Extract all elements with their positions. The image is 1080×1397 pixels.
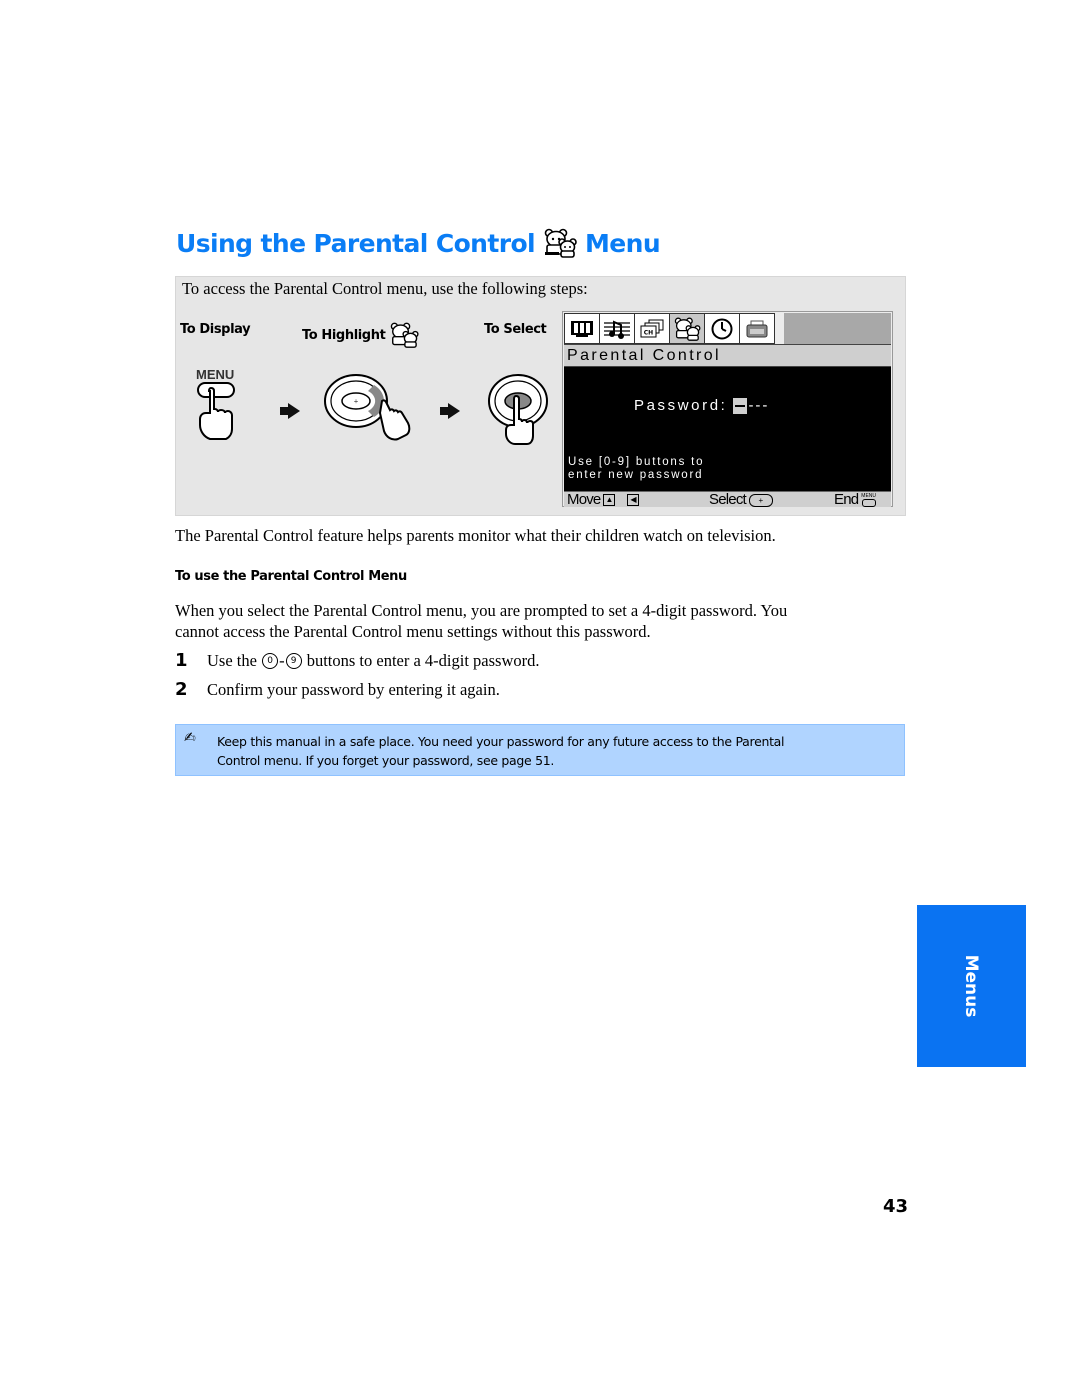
footer-end-label: End: [834, 491, 859, 508]
intro-paragraph: The Parental Control feature helps paren…: [175, 526, 776, 545]
password-label: Password:: [634, 397, 728, 414]
menu-button-icon: MENU: [861, 493, 876, 507]
section-subheading: To use the Parental Control Menu: [175, 569, 407, 584]
footer-select-label: Select: [709, 491, 747, 508]
note-pencil-icon: ✍: [184, 730, 196, 746]
parental-control-bears-icon: [544, 228, 577, 258]
parental-control-bears-icon: [391, 322, 419, 348]
tv-menu-title: Parental Control: [564, 344, 891, 367]
step-number: 1: [175, 650, 188, 671]
password-cursor[interactable]: [733, 397, 748, 414]
section-tab-menus[interactable]: Menus: [917, 905, 1026, 1067]
footer-move: Move ▲ ◀: [567, 491, 640, 508]
step-label-highlight-text: To Highlight: [302, 327, 386, 343]
step-dash: -: [279, 650, 285, 670]
tv-menu-body: Password: --- Use [0-9] buttons to enter…: [564, 367, 891, 491]
step-label-select: To Select: [484, 322, 547, 337]
timer-icon[interactable]: [704, 313, 740, 344]
video-icon[interactable]: [564, 313, 600, 344]
arrow-right-icon: [280, 403, 300, 419]
tv-menu-footer: Move ▲ ◀ Select + End MENU: [564, 491, 891, 508]
password-hint-line2: enter new password: [568, 469, 704, 481]
joystick-button-icon: +: [748, 493, 773, 507]
channel-icon[interactable]: CH: [634, 313, 670, 344]
step-2: 2 Confirm your password by entering it a…: [175, 679, 500, 700]
note-line2: Control menu. If you forget your passwor…: [217, 753, 555, 768]
description-paragraph: When you select the Parental Control men…: [175, 600, 787, 642]
step-label-highlight: To Highlight: [302, 322, 419, 348]
joystick-select-icon: [488, 374, 548, 445]
step-text-post: buttons to enter a 4-digit password.: [306, 650, 540, 670]
password-prompt: Password: ---: [634, 397, 769, 414]
footer-select: Select +: [709, 492, 773, 508]
hand-pressing-menu-icon: [197, 382, 235, 440]
password-hint: Use [0-9] buttons to enter new password: [568, 456, 704, 482]
step-text-pre: Use the: [207, 650, 257, 670]
password-hint-line1: Use [0-9] buttons to: [568, 456, 705, 468]
note-line1: Keep this manual in a safe place. You ne…: [217, 734, 785, 749]
note-text: Keep this manual in a safe place. You ne…: [217, 732, 897, 770]
footer-move-label: Move: [567, 491, 601, 508]
step-1: 1 Use the 0 - 9 buttons to enter a 4-dig…: [175, 650, 540, 671]
menu-button-label: MENU: [196, 367, 235, 382]
parental-control-icon[interactable]: [669, 313, 705, 344]
title-text-start: Using the Parental Control: [176, 228, 536, 258]
footer-end: End MENU: [834, 492, 876, 508]
note-box: ✍ Keep this manual in a safe place. You …: [175, 724, 905, 776]
section-tab-label: Menus: [961, 954, 981, 1018]
panel-intro: To access the Parental Control menu, use…: [182, 279, 588, 298]
page-title: Using the Parental Control Menu: [176, 228, 661, 258]
arrow-up-icon: ▲: [603, 494, 616, 506]
tv-menu-screen: CH Parental Control Password: --- Use [0…: [562, 311, 893, 508]
arrow-left-icon: ◀: [627, 494, 640, 506]
svg-text:+: +: [354, 397, 359, 406]
description-line2: cannot access the Parental Control menu …: [175, 622, 651, 641]
audio-icon[interactable]: [599, 313, 635, 344]
title-text-end: Menu: [585, 228, 661, 258]
step-label-display: To Display: [180, 322, 251, 337]
joystick-highlight-icon: +: [324, 374, 411, 441]
setup-icon[interactable]: [739, 313, 775, 344]
step-text: Confirm your password by entering it aga…: [207, 679, 500, 699]
tv-menu-icon-bar: CH: [564, 313, 775, 344]
password-placeholder: ---: [748, 397, 770, 414]
tv-icon-bar-filler: [784, 313, 891, 344]
instruction-panel: To access the Parental Control menu, use…: [175, 276, 906, 516]
button-0-icon: 0: [262, 652, 279, 669]
page-number: 43: [883, 1196, 909, 1217]
step-number: 2: [175, 679, 188, 700]
description-line1: When you select the Parental Control men…: [175, 601, 788, 620]
arrow-right-icon: [440, 403, 460, 419]
svg-text:CH: CH: [644, 329, 653, 336]
button-9-icon: 9: [285, 652, 302, 669]
